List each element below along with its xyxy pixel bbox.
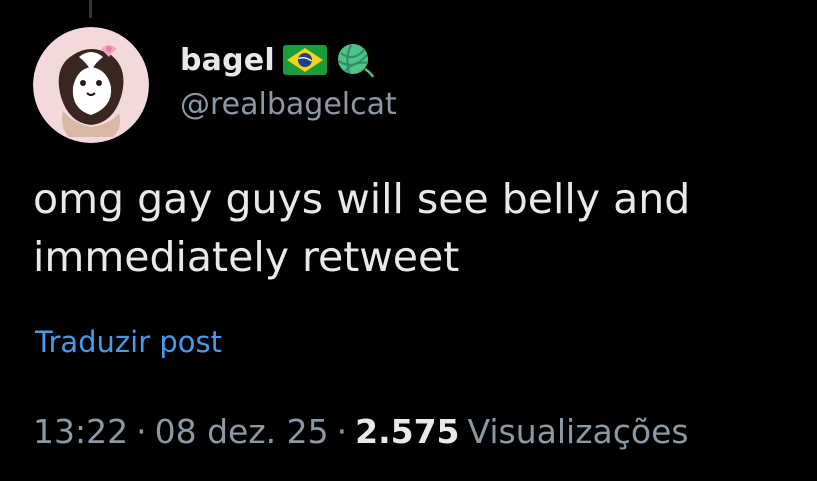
tweet-metadata: 13:22 · 08 dez. 25 · 2.575 Visualizações (33, 412, 689, 451)
translate-post-link[interactable]: Traduzir post (35, 325, 222, 359)
user-handle[interactable]: @realbagelcat (180, 87, 397, 122)
author-block: bagel @realbagelcat (180, 40, 397, 123)
brazil-flag-icon (282, 45, 327, 75)
meta-separator: · (336, 412, 348, 451)
tweet-date[interactable]: 08 dez. 25 (155, 412, 329, 451)
views-count[interactable]: 2.575 (355, 412, 459, 451)
avatar[interactable] (33, 27, 149, 143)
display-name[interactable]: bagel (180, 43, 275, 78)
tweet-time[interactable]: 13:22 (33, 412, 128, 451)
name-row: bagel (180, 40, 397, 80)
meta-separator: · (136, 412, 147, 451)
tweet-text: omg gay guys will see belly and immediat… (33, 175, 691, 281)
thread-connector-line (89, 0, 92, 18)
yarn-ball-icon (335, 41, 375, 79)
views-label[interactable]: Visualizações (468, 412, 689, 451)
